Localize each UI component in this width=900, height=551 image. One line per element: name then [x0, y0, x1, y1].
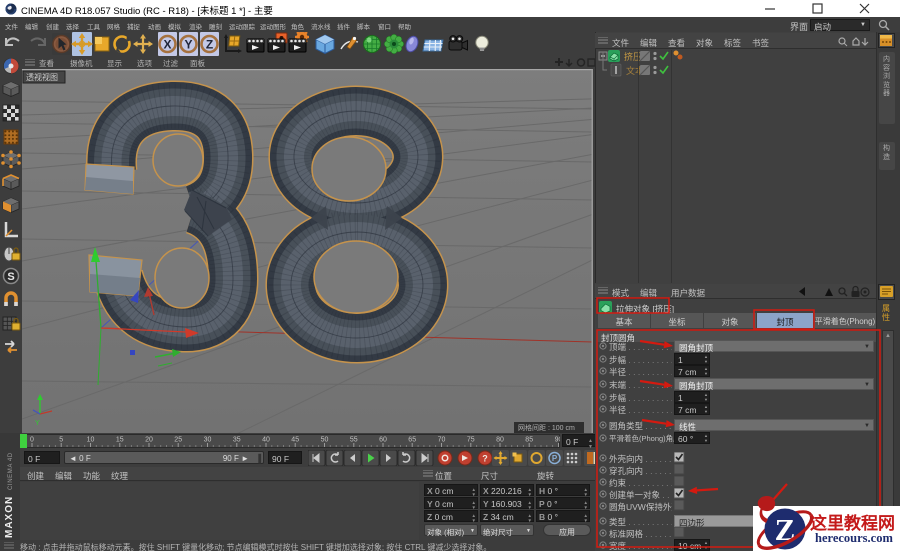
- svg-text:50: 50: [321, 437, 329, 444]
- svg-text:?: ?: [482, 454, 488, 464]
- svg-text:60: 60: [379, 437, 387, 444]
- svg-text:35: 35: [233, 437, 241, 444]
- svg-text:30: 30: [204, 437, 212, 444]
- svg-text:55: 55: [350, 437, 358, 444]
- svg-text:P: P: [552, 454, 558, 463]
- svg-text:25: 25: [174, 437, 182, 444]
- svg-text:20: 20: [145, 437, 153, 444]
- svg-text:65: 65: [408, 437, 416, 444]
- svg-text:40: 40: [262, 437, 270, 444]
- svg-text:90: 90: [555, 437, 560, 444]
- svg-text:S: S: [7, 271, 14, 283]
- svg-text:70: 70: [438, 437, 446, 444]
- svg-text:透视视图: 透视视图: [26, 72, 58, 82]
- svg-text:45: 45: [291, 437, 299, 444]
- svg-text:75: 75: [467, 437, 475, 444]
- svg-text:挤压: 挤压: [624, 51, 642, 62]
- svg-text:Y: Y: [35, 420, 40, 427]
- svg-text:Z: Z: [206, 38, 213, 52]
- svg-text:80: 80: [496, 437, 504, 444]
- svg-text:Y: Y: [184, 38, 192, 52]
- svg-text:X: X: [163, 38, 171, 52]
- svg-text:0: 0: [30, 437, 34, 444]
- svg-text:5: 5: [59, 437, 63, 444]
- svg-text:网格间距 : 100 cm: 网格间距 : 100 cm: [518, 423, 575, 432]
- svg-text:15: 15: [116, 437, 124, 444]
- svg-text:85: 85: [525, 437, 533, 444]
- svg-text:10: 10: [87, 437, 95, 444]
